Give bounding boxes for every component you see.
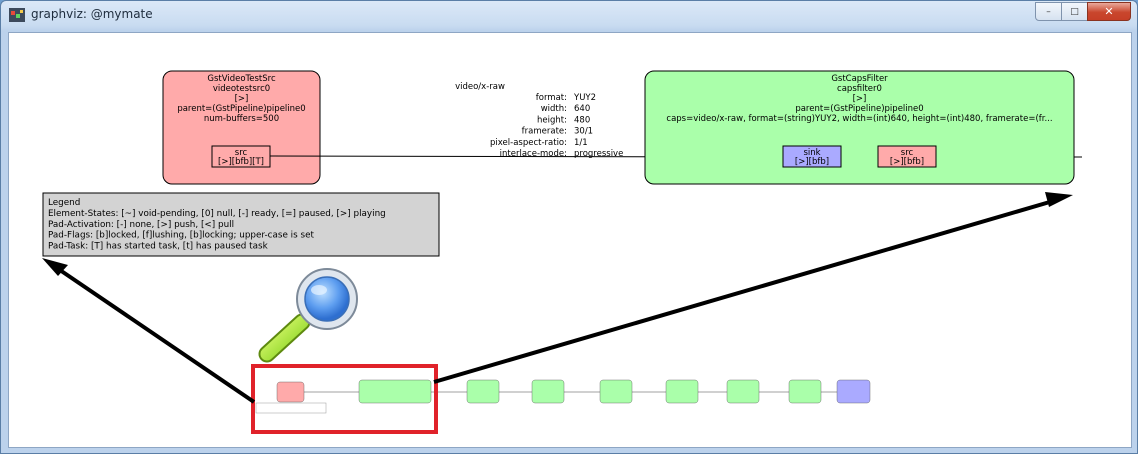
overview-node xyxy=(276,381,305,403)
overview-node xyxy=(599,379,633,404)
sink-pad[interactable]: sink [>][bfb] xyxy=(782,145,842,168)
overview-node xyxy=(665,379,699,404)
window-title: graphviz: @mymate xyxy=(31,7,153,21)
caps-key: format: xyxy=(536,93,567,103)
caps-value: YUY2 xyxy=(573,93,596,103)
graph-canvas[interactable]: GstVideoTestSrc videotestsrc0 [>] parent… xyxy=(8,32,1132,448)
caps-key: pixel-aspect-ratio: xyxy=(490,138,567,148)
node-parent: parent=(GstPipeline)pipeline0 xyxy=(177,104,305,114)
caps-value: progressive xyxy=(574,149,623,159)
overview-node xyxy=(531,379,565,404)
caps-key: framerate: xyxy=(522,127,567,137)
node-caps: caps=video/x-raw, format=(string)YUY2, w… xyxy=(666,114,1052,124)
caps-value: 480 xyxy=(574,115,590,125)
node-type: GstCapsFilter xyxy=(831,74,888,84)
minimize-button[interactable]: – xyxy=(1035,2,1062,21)
caps-value: 640 xyxy=(574,104,590,114)
caps-label: video/x-raw format: YUY2 width: 640 height: 4… xyxy=(455,82,623,159)
caps-key: interlace-mode: xyxy=(500,149,567,159)
filter-src-pad[interactable]: src [>][bfb] xyxy=(877,145,937,168)
legend-line: Pad-Task: [T] has started task, [t] has … xyxy=(48,241,269,251)
node-state: [>] xyxy=(235,94,249,104)
caps-key: height: xyxy=(537,115,567,125)
overview-node xyxy=(466,379,500,404)
capsfilter-node[interactable]: GstCapsFilter capsfilter0 [>] parent=(Gs… xyxy=(644,70,1075,185)
maximize-button[interactable]: □ xyxy=(1061,2,1088,21)
pad-flags: [>][bfb][T] xyxy=(218,157,264,167)
caps-media-type: video/x-raw xyxy=(455,82,505,92)
magnifier-icon xyxy=(258,268,358,363)
caps-key: width: xyxy=(541,104,567,114)
node-name: videotestsrc0 xyxy=(213,84,270,94)
node-property: num-buffers=500 xyxy=(204,114,279,124)
overview-node xyxy=(726,379,760,404)
pad-flags: [>][bfb] xyxy=(890,157,924,167)
title-bar[interactable]: graphviz: @mymate – □ ✕ xyxy=(1,1,1137,31)
overview-legend-thumb xyxy=(255,402,327,414)
overview-node xyxy=(788,379,822,404)
node-parent: parent=(GstPipeline)pipeline0 xyxy=(795,104,923,114)
close-button[interactable]: ✕ xyxy=(1087,2,1131,21)
legend-line: Pad-Activation: [-] none, [>] push, [<] … xyxy=(48,220,234,230)
node-type: GstVideoTestSrc xyxy=(207,74,276,84)
node-state: [>] xyxy=(853,94,867,104)
legend-line: Pad-Flags: [b]locked, [f]lushing, [b]loc… xyxy=(48,231,314,241)
graph-svg: GstVideoTestSrc videotestsrc0 [>] parent… xyxy=(42,70,1082,434)
videotestsrc-node[interactable]: GstVideoTestSrc videotestsrc0 [>] parent… xyxy=(162,70,321,185)
legend-box: Legend Element-States: [~] void-pending,… xyxy=(42,192,440,257)
graphviz-app-icon xyxy=(9,8,25,22)
caps-value: 30/1 xyxy=(574,127,593,137)
overview-node xyxy=(358,379,432,404)
caps-value: 1/1 xyxy=(574,138,588,148)
overview-node xyxy=(836,379,871,404)
pad-flags: [>][bfb] xyxy=(795,157,829,167)
legend-line: Element-States: [~] void-pending, [0] nu… xyxy=(48,209,386,219)
app-window: graphviz: @mymate – □ ✕ GstVideoTestSrc … xyxy=(0,0,1138,454)
overview-minimap[interactable] xyxy=(251,364,871,434)
node-name: capsfilter0 xyxy=(837,84,882,94)
legend-title: Legend xyxy=(48,198,80,208)
src-pad[interactable]: src [>][bfb][T] xyxy=(211,145,271,168)
